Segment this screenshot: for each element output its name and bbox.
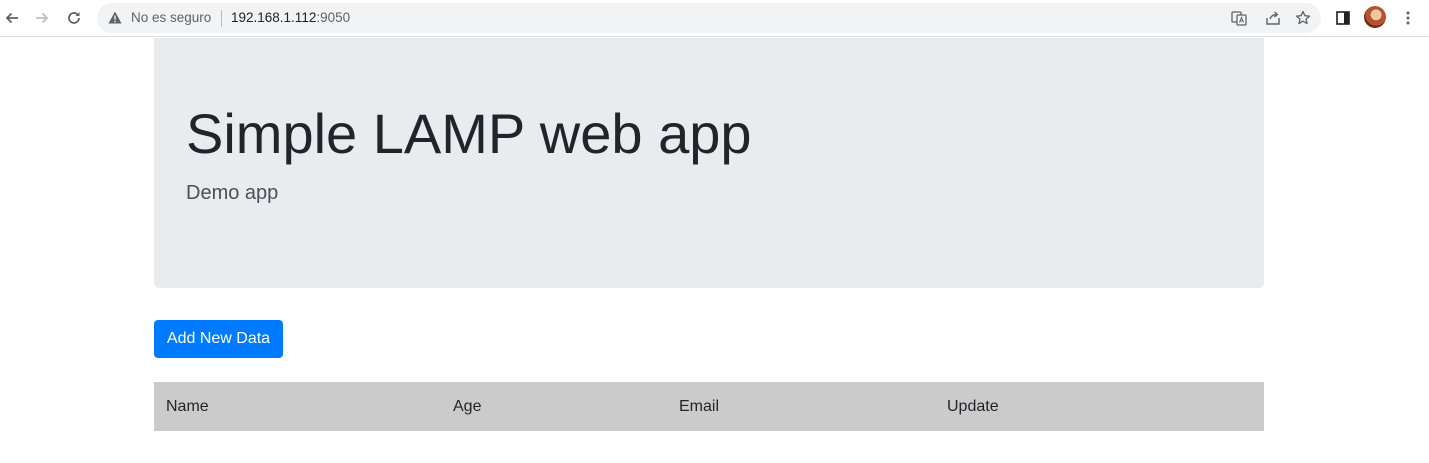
reload-icon[interactable] <box>63 7 85 29</box>
forward-icon[interactable] <box>31 7 53 29</box>
add-new-data-button[interactable]: Add New Data <box>154 320 283 358</box>
table-header: Name Age Email Update <box>154 382 1264 431</box>
translate-icon[interactable] <box>1229 8 1249 28</box>
back-icon[interactable] <box>1 7 23 29</box>
column-header-email: Email <box>679 397 720 415</box>
table-header-row: Name Age Email Update <box>154 382 1264 431</box>
bookmark-star-icon[interactable] <box>1293 8 1313 28</box>
column-header-age: Age <box>453 397 482 415</box>
address-bar[interactable]: No es seguro 192.168.1.112:9050 <box>97 3 1321 33</box>
share-icon[interactable] <box>1263 8 1283 28</box>
security-label[interactable]: No es seguro <box>131 10 211 25</box>
browser-toolbar: No es seguro 192.168.1.112:9050 <box>0 0 1429 37</box>
side-panel-icon[interactable] <box>1332 7 1354 29</box>
page-title: Simple LAMP web app <box>186 102 752 165</box>
address-separator <box>221 10 222 27</box>
url-text[interactable]: 192.168.1.112:9050 <box>231 10 350 25</box>
jumbotron: Simple LAMP web app Demo app <box>154 38 1264 288</box>
menu-kebab-icon[interactable] <box>1397 7 1419 29</box>
page-subtitle: Demo app <box>186 182 279 204</box>
warning-icon[interactable] <box>108 11 122 29</box>
data-table: Name Age Email Update <box>154 382 1264 431</box>
profile-avatar[interactable] <box>1364 6 1386 28</box>
url-host: 192.168.1.112 <box>231 10 317 25</box>
url-port: :9050 <box>316 10 351 25</box>
column-header-update: Update <box>947 397 999 415</box>
column-header-name: Name <box>166 397 209 415</box>
